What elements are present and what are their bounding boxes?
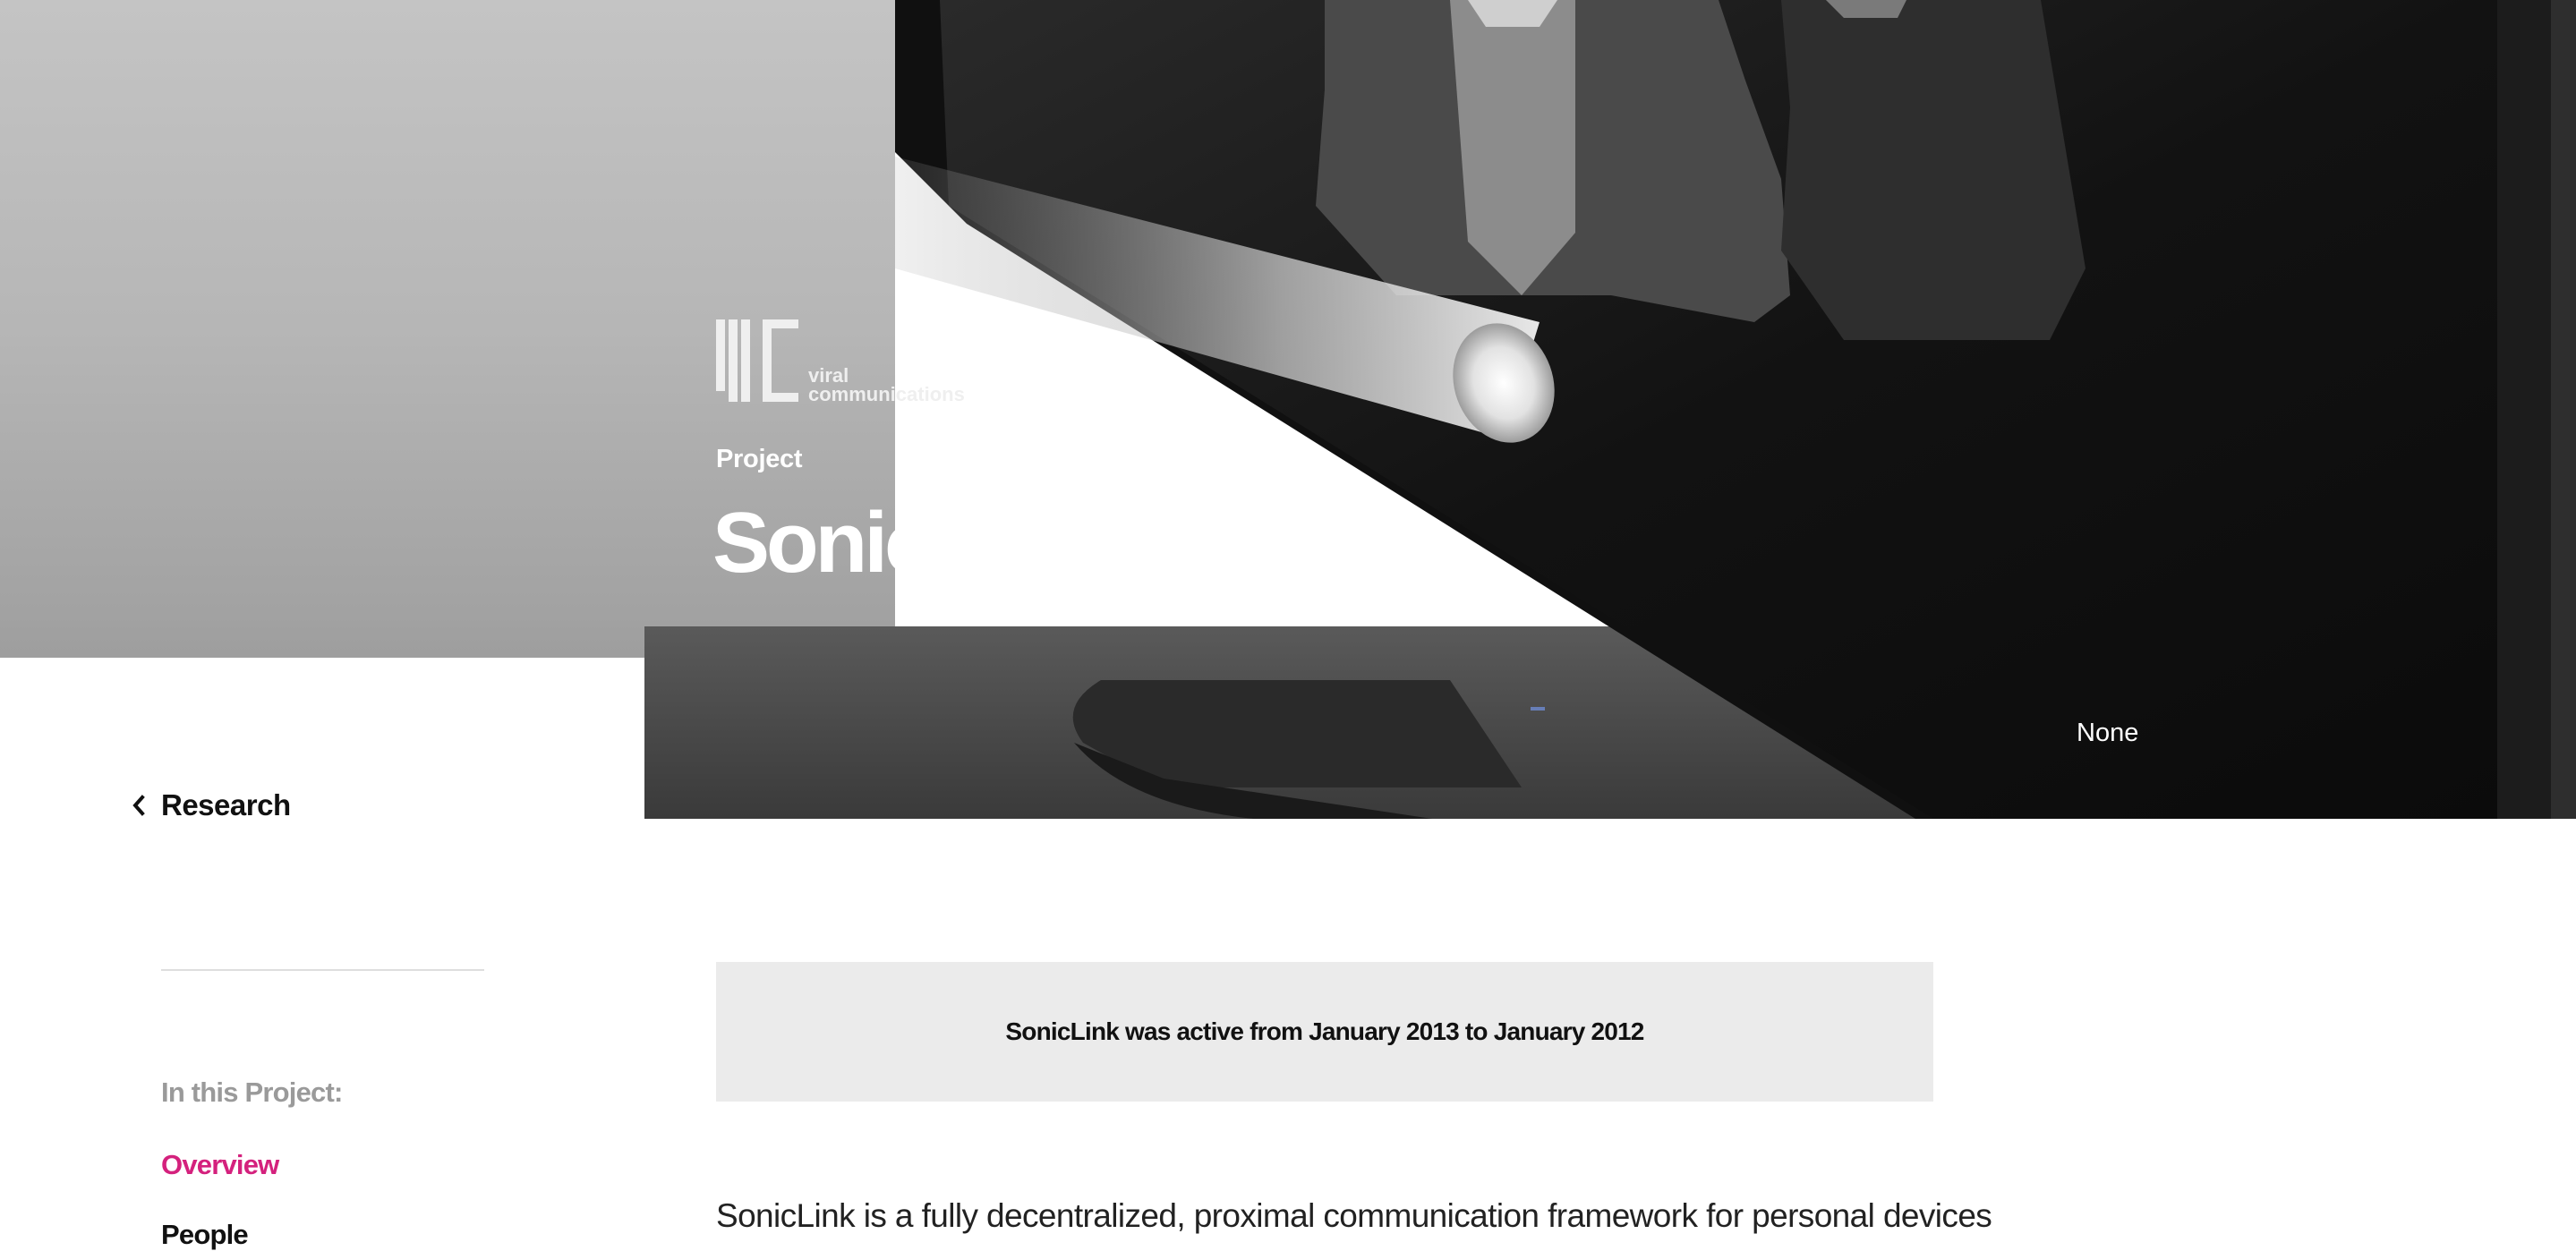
vc-logo-mark bbox=[716, 319, 798, 402]
logo-text-line2: communications bbox=[808, 383, 965, 405]
toc-item-people[interactable]: People bbox=[161, 1219, 249, 1251]
hero-caption: None bbox=[2077, 719, 2139, 747]
page-title: SonicLink bbox=[712, 495, 1095, 591]
logo-text: viral communications bbox=[808, 366, 965, 404]
toc-heading: In this Project: bbox=[161, 1077, 343, 1108]
chevron-left-icon bbox=[132, 795, 145, 816]
back-to-research-link[interactable]: Research bbox=[131, 788, 291, 822]
vc-logo[interactable]: viral communications bbox=[716, 319, 985, 404]
sidebar-divider bbox=[161, 969, 484, 971]
hero-banner: viral communications Project SonicLink N… bbox=[0, 0, 2576, 819]
intro-paragraph: SonicLink is a fully decentralized, prox… bbox=[716, 1197, 1992, 1234]
activity-notice: SonicLink was active from January 2013 t… bbox=[716, 962, 1933, 1102]
activity-notice-text: SonicLink was active from January 2013 t… bbox=[1005, 1017, 1644, 1045]
logo-text-line1: viral bbox=[808, 364, 849, 387]
hero-cutout bbox=[0, 658, 644, 819]
page-eyebrow: Project bbox=[716, 445, 803, 473]
toc-item-overview[interactable]: Overview bbox=[161, 1149, 279, 1181]
back-link-label: Research bbox=[161, 788, 291, 821]
